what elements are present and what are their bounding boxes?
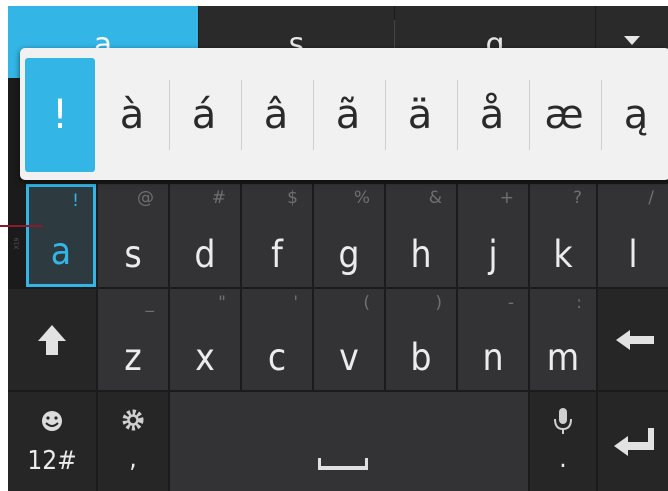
key-g[interactable]: % g <box>314 184 384 287</box>
key-label: z <box>124 336 142 379</box>
backspace-arrow-icon <box>616 330 654 350</box>
key-label: v <box>339 336 359 379</box>
enter-arrow-icon <box>614 428 654 456</box>
key-hint: ( <box>363 293 370 313</box>
key-label: h <box>410 233 432 276</box>
key-label: n <box>482 336 504 379</box>
accent-option[interactable]: à <box>97 58 167 172</box>
key-label: f <box>271 233 283 276</box>
emoji-icon <box>42 411 62 431</box>
microphone-icon <box>554 408 572 434</box>
key-label: g <box>338 233 360 276</box>
key-hint: ' <box>293 293 298 313</box>
gear-icon <box>122 409 144 431</box>
key-hint: / <box>648 188 654 208</box>
key-k[interactable]: ? k <box>530 184 596 287</box>
key-hint: # <box>211 188 226 208</box>
key-hint: ) <box>435 293 442 313</box>
accent-option[interactable]: å <box>457 58 527 172</box>
accent-popup: ! à á â ã ä å æ ą <box>20 48 668 180</box>
key-hint: & <box>428 188 442 208</box>
key-hint: " <box>218 293 226 313</box>
key-c[interactable]: ' c <box>242 289 312 390</box>
key-label: m <box>546 336 580 379</box>
period-key[interactable]: . <box>530 392 596 491</box>
key-x[interactable]: " x <box>170 289 240 390</box>
chevron-down-icon <box>624 36 640 45</box>
key-hint: _ <box>145 293 155 313</box>
space-bar-icon <box>318 458 368 470</box>
shift-arrow-icon <box>38 325 66 355</box>
key-label: b <box>410 336 432 379</box>
key-label: k <box>553 233 573 276</box>
callout-line <box>0 225 42 227</box>
key-label: d <box>194 233 216 276</box>
key-a[interactable]: ! a <box>26 184 96 287</box>
key-hint: : <box>576 293 582 313</box>
key-hint: ? <box>572 188 582 208</box>
accent-option[interactable]: â <box>241 58 311 172</box>
key-z[interactable]: _ z <box>98 289 168 390</box>
shift-key[interactable] <box>8 289 96 390</box>
key-s[interactable]: @ s <box>98 184 168 287</box>
key-v[interactable]: ( v <box>314 289 384 390</box>
key-h[interactable]: & h <box>386 184 456 287</box>
accent-option[interactable]: æ <box>529 58 599 172</box>
side-label: X19 <box>13 237 21 250</box>
symbols-key[interactable]: 12# <box>8 392 96 491</box>
spacebar[interactable] <box>170 392 528 491</box>
key-j[interactable]: + j <box>458 184 528 287</box>
key-hint: ! <box>72 191 79 211</box>
key-m[interactable]: : m <box>530 289 596 390</box>
key-n[interactable]: - n <box>458 289 528 390</box>
key-label: l <box>628 233 638 276</box>
period-key-label: . <box>559 444 567 474</box>
comma-key[interactable]: , <box>98 392 168 491</box>
key-label: j <box>488 233 498 276</box>
key-hint: % <box>353 188 370 208</box>
comma-key-label: , <box>129 444 137 474</box>
key-d[interactable]: # d <box>170 184 240 287</box>
symbols-key-label: 12# <box>27 446 77 476</box>
key-label: x <box>195 336 215 379</box>
key-b[interactable]: ) b <box>386 289 456 390</box>
key-l[interactable]: / l <box>598 184 668 287</box>
key-hint: + <box>499 188 514 208</box>
enter-key[interactable] <box>598 392 668 491</box>
backspace-key[interactable] <box>598 289 668 390</box>
accent-option[interactable]: ä <box>385 58 455 172</box>
key-label: a <box>50 230 72 273</box>
key-label: c <box>267 336 287 379</box>
accent-option-exclamation[interactable]: ! <box>25 58 95 172</box>
key-hint: - <box>507 293 514 313</box>
accent-option[interactable]: ą <box>601 58 668 172</box>
accent-option[interactable]: ã <box>313 58 383 172</box>
accent-option[interactable]: á <box>169 58 239 172</box>
keyboard: a s g ! a @ s # d $ f % g & h + j ? k / … <box>8 6 668 491</box>
key-hint: @ <box>137 188 154 208</box>
key-label: s <box>124 233 142 276</box>
key-hint: $ <box>287 188 298 208</box>
key-f[interactable]: $ f <box>242 184 312 287</box>
